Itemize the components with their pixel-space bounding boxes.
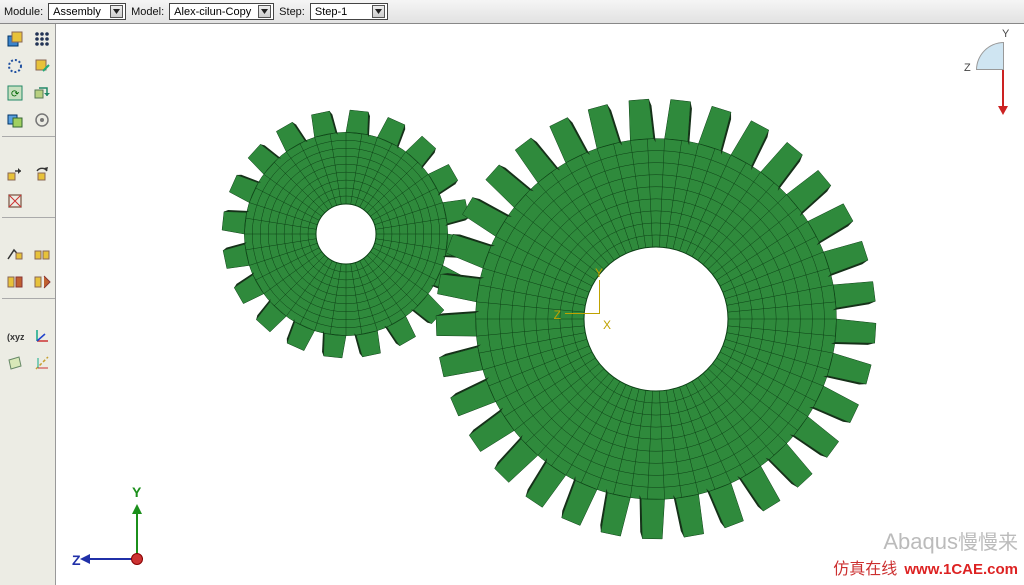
main-area: ⟳ (xyz) Y Z X Y Z Y Z [0, 24, 1024, 585]
triad-y-label: Y [132, 484, 141, 500]
model-select-value: Alex-cilun-Copy [174, 6, 251, 18]
origin-tool-tool[interactable] [29, 107, 54, 132]
viewport-3d[interactable]: Y Z X Y Z Y Z Abaqus慢慢来 [56, 24, 1024, 585]
model-select[interactable]: Alex-cilun-Copy [169, 3, 274, 20]
replace-tool[interactable] [29, 80, 54, 105]
triad-z-label: Z [72, 552, 81, 568]
viewcube-y-label: Y [1002, 28, 1009, 40]
view-cube-x-axis [1002, 70, 1004, 106]
viewcube-z-label: Z [964, 62, 971, 74]
rotate-instance-tool[interactable] [29, 161, 54, 186]
assembly-toolbox: ⟳ (xyz) [0, 24, 56, 585]
constrain-instance-tool[interactable] [2, 188, 27, 213]
watermark-site-cn: 仿真在线 [833, 561, 897, 578]
triad-origin-icon [131, 553, 143, 565]
triad-z-axis [90, 558, 136, 560]
watermark-brand-latin: Abaqus [883, 529, 958, 554]
csys-y-axis [599, 280, 600, 314]
module-select-value: Assembly [53, 6, 101, 18]
csys-z-axis [565, 313, 599, 314]
align-instance-tool[interactable] [2, 242, 27, 267]
module-select[interactable]: Assembly [48, 3, 126, 20]
view-cube[interactable]: Y Z [974, 32, 1014, 82]
face-to-face-tool[interactable] [2, 269, 27, 294]
csys-z-label: Z [554, 308, 561, 322]
dropdown-arrow-icon [110, 5, 123, 18]
context-bar: Module: Assembly Model: Alex-cilun-Copy … [0, 0, 1024, 24]
pattern-linear-tool[interactable] [29, 26, 54, 51]
toolbox-separator [2, 217, 55, 219]
translate-instance-tool[interactable] [2, 161, 27, 186]
step-select-value: Step-1 [315, 6, 347, 18]
edge-to-edge-tool[interactable] [29, 269, 54, 294]
regenerate-tool[interactable]: ⟳ [2, 80, 27, 105]
boolean-merge-tool[interactable] [2, 107, 27, 132]
edit-feature-tool[interactable] [29, 53, 54, 78]
triad-z-arrow-icon [80, 554, 90, 564]
datum-axis-tool[interactable] [29, 350, 54, 375]
watermark-site-url: www.1CAE.com [904, 561, 1018, 578]
contact-pair-tool[interactable] [29, 242, 54, 267]
xyz-label-tool[interactable]: (xyz) [2, 323, 27, 348]
watermark-brand-cn: 慢慢来 [958, 532, 1018, 554]
csys-y-label: Y [595, 266, 603, 280]
dropdown-arrow-icon [258, 5, 271, 18]
triad-y-arrow-icon [132, 504, 142, 514]
svg-text:(xyz): (xyz) [7, 332, 24, 342]
view-cube-quarter-icon [976, 42, 1004, 70]
toolbox-separator [2, 136, 55, 138]
view-cube-x-arrow-icon [998, 106, 1008, 115]
module-label: Module: [4, 6, 43, 18]
datum-csys-tool[interactable] [29, 323, 54, 348]
dropdown-arrow-icon [372, 5, 385, 18]
step-select[interactable]: Step-1 [310, 3, 388, 20]
datum-plane-tool[interactable] [2, 350, 27, 375]
instance-orphan-tool[interactable] [2, 53, 27, 78]
model-label: Model: [131, 6, 164, 18]
step-label: Step: [279, 6, 305, 18]
svg-text:⟳: ⟳ [11, 89, 20, 100]
create-instance-tool[interactable] [2, 26, 27, 51]
csys-x-label: X [603, 318, 611, 332]
gear-large-mesh [428, 91, 884, 547]
toolbox-separator [2, 298, 55, 300]
